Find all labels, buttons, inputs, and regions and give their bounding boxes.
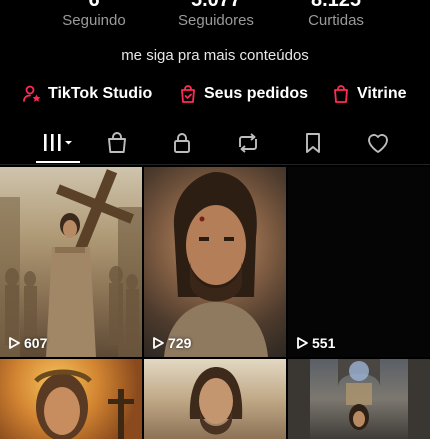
following-count: 6 [88,0,100,11]
shopping-bag-icon [334,85,348,103]
profile-links: TikTok Studio Seus pedidos Vitrine [0,82,430,183]
tab-liked[interactable] [358,125,398,161]
followers-count: 5.077 [190,0,242,11]
shopping-bag-icon [108,132,126,153]
cathedral-illustration [288,359,430,439]
video-thumbnail[interactable]: 551 [288,167,430,357]
shopping-bag-check-icon [181,85,195,103]
tiktok-studio-label: TikTok Studio [48,85,153,102]
seus-pedidos-link[interactable]: Seus pedidos [178,82,308,106]
vitrine-label: Vitrine [357,85,407,102]
view-count: 607 [7,335,47,351]
likes-label: Curtidas [308,12,364,29]
video-thumbnail[interactable] [0,359,142,439]
lock-icon [174,133,190,153]
heart-icon [368,134,388,153]
active-tab-indicator [36,161,80,163]
tab-shop[interactable] [97,125,137,161]
view-count-text: 551 [312,335,336,351]
view-count-text: 607 [24,335,48,351]
following-label: Seguindo [62,12,126,29]
video-thumbnail[interactable]: 607 [0,167,142,357]
view-count: 551 [295,335,335,351]
profile-bio: me siga pra mais conteúdos [121,47,309,64]
play-icon [153,337,164,349]
tab-reposts[interactable] [228,125,268,161]
tab-private[interactable] [162,125,202,161]
profile-tabs [0,125,430,165]
person-star-icon [23,85,41,102]
play-icon [297,337,308,349]
video-thumbnail[interactable]: 729 [144,167,286,357]
tiktok-studio-link[interactable]: TikTok Studio [22,82,152,106]
crowned-portrait-illustration [34,369,134,439]
followers-stat[interactable]: 5.077 Seguidores [146,0,286,30]
followers-label: Seguidores [178,12,254,29]
grid-icon [44,134,72,151]
seus-pedidos-label: Seus pedidos [204,85,309,102]
view-count: 729 [151,335,191,351]
vitrine-link[interactable]: Vitrine [331,82,407,106]
bookmark-icon [306,133,320,153]
view-count-text: 729 [168,335,192,351]
cross-carrying-illustration [0,169,142,357]
following-stat[interactable]: 6 Seguindo [24,0,164,30]
tab-saved[interactable] [293,125,333,161]
profile-stats: 6 Seguindo 5.077 Seguidores 8.125 Curtid… [0,0,430,38]
likes-stat[interactable]: 8.125 Curtidas [266,0,406,30]
tabs-divider [0,164,430,165]
portrait-illustration [164,172,268,357]
repost-icon [239,133,257,153]
likes-count: 8.125 [310,0,362,11]
play-icon [9,337,20,349]
video-thumbnail[interactable] [288,359,430,439]
tab-videos-grid[interactable] [36,125,80,161]
portrait-illustration [189,367,243,435]
video-thumbnail[interactable] [144,359,286,439]
